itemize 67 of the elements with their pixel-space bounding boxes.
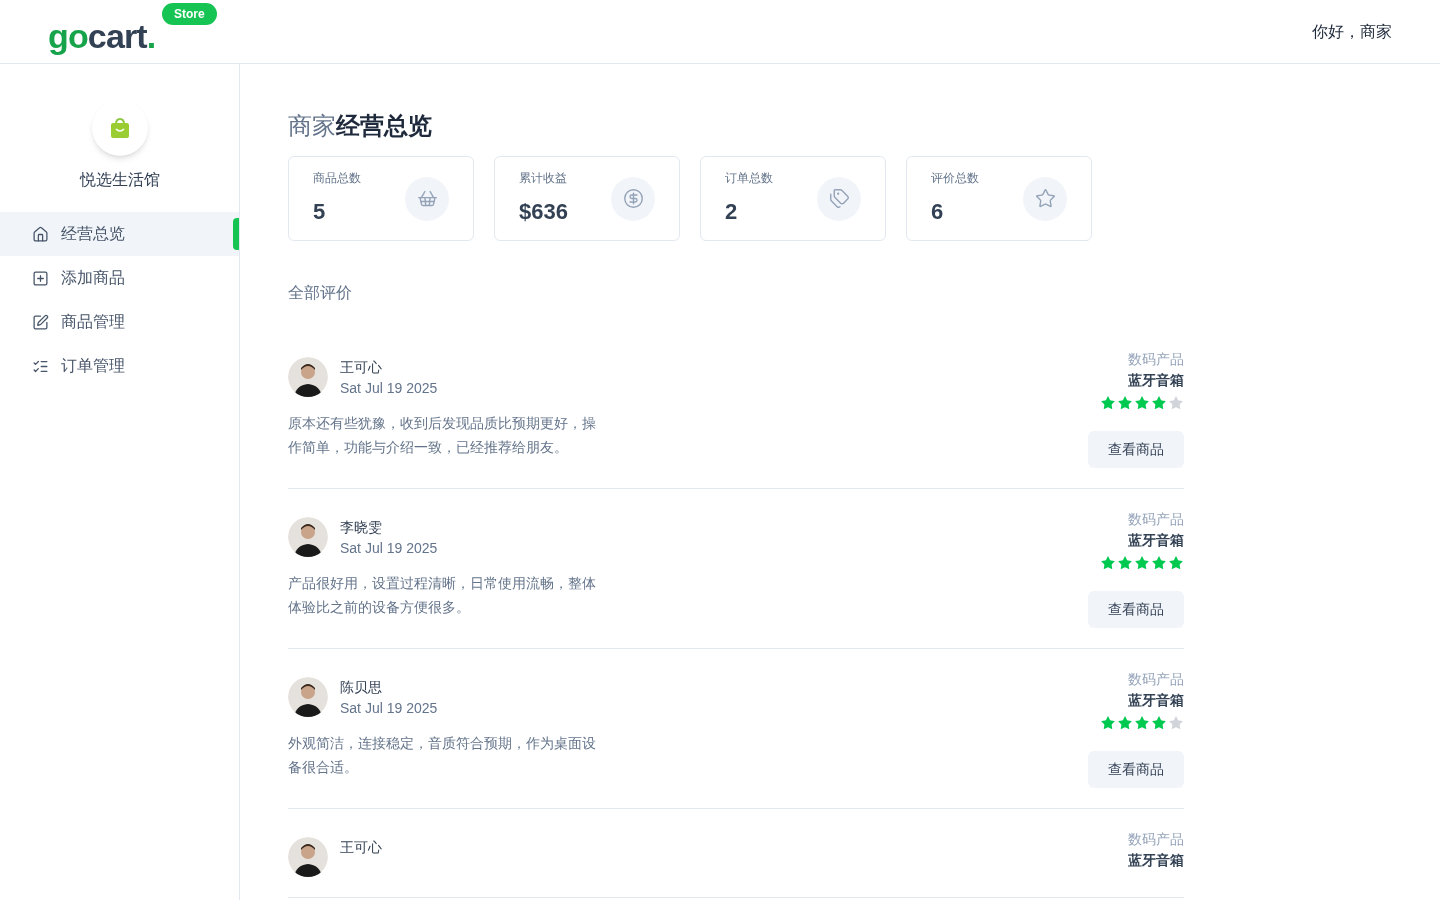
tags-icon — [828, 188, 850, 209]
star-icon — [1117, 715, 1133, 731]
product-category: 数码产品 — [1128, 510, 1184, 529]
product-name: 蓝牙音箱 — [1128, 691, 1184, 710]
star-icon — [1168, 715, 1184, 731]
view-product-button[interactable]: 查看商品 — [1088, 591, 1184, 628]
logo[interactable]: gocart. — [48, 10, 156, 53]
basket-icon — [416, 188, 438, 209]
nav-item[interactable]: 订单管理 — [0, 344, 239, 388]
reviewer-name: 李晓雯 — [340, 518, 383, 537]
greeting: 你好，商家 — [1312, 21, 1392, 42]
avatar — [288, 677, 328, 717]
star-icon — [1100, 555, 1116, 571]
stat-label: 评价总数 — [931, 170, 979, 187]
star-icon — [1134, 555, 1150, 571]
review-text: 外观简洁，连接稳定，音质符合预期，作为桌面设备很合适。 — [288, 734, 597, 777]
stat-label: 商品总数 — [313, 170, 361, 187]
product-category: 数码产品 — [1128, 670, 1184, 689]
star-icon — [1034, 188, 1056, 209]
bag-icon — [108, 118, 131, 138]
nav-item[interactable]: 商品管理 — [0, 300, 239, 344]
star-icon — [1151, 555, 1167, 571]
star-icon — [1168, 395, 1184, 411]
avatar — [288, 517, 328, 557]
star-icon — [1151, 715, 1167, 731]
stat-label: 订单总数 — [725, 170, 773, 187]
star-icon — [1100, 395, 1116, 411]
edit-icon — [32, 313, 49, 331]
stat-value: 2 — [725, 198, 739, 226]
add-icon — [32, 269, 49, 287]
store-badge: Store — [162, 2, 217, 25]
product-name: 蓝牙音箱 — [1128, 371, 1184, 390]
stat-value: 6 — [931, 198, 945, 226]
product-name: 蓝牙音箱 — [1128, 531, 1184, 550]
page-title: 商家经营总览 — [288, 111, 433, 141]
review-date: Sat Jul 19 2025 — [340, 539, 438, 558]
avatar — [288, 837, 328, 877]
product-category: 数码产品 — [1128, 350, 1184, 369]
review-text: 产品很好用，设置过程清晰，日常使用流畅，整体体验比之前的设备方便很多。 — [288, 574, 597, 617]
nav-item[interactable]: 添加商品 — [0, 256, 239, 300]
home-icon — [32, 225, 49, 243]
dollar-icon — [622, 188, 644, 209]
nav-item[interactable]: 经营总览 — [0, 212, 239, 256]
review-date: Sat Jul 19 2025 — [340, 379, 438, 398]
stat-label: 累计收益 — [519, 170, 568, 187]
star-icon — [1134, 715, 1150, 731]
stat-value: 5 — [313, 198, 327, 226]
avatar — [288, 357, 328, 397]
product-name: 蓝牙音箱 — [1128, 851, 1184, 870]
view-product-button[interactable]: 查看商品 — [1088, 431, 1184, 468]
review-date: Sat Jul 19 2025 — [340, 699, 438, 718]
reviewer-name: 王可心 — [340, 358, 383, 377]
star-icon — [1151, 395, 1167, 411]
star-icon — [1168, 555, 1184, 571]
stat-value: $636 — [519, 198, 568, 226]
section-heading: 全部评价 — [288, 283, 353, 303]
star-icon — [1100, 715, 1116, 731]
view-product-button[interactable]: 查看商品 — [1088, 751, 1184, 788]
star-icon — [1134, 395, 1150, 411]
star-icon — [1117, 395, 1133, 411]
store-name: 悦选生活馆 — [79, 170, 160, 190]
reviewer-name: 陈贝思 — [340, 678, 383, 697]
star-icon — [1117, 555, 1133, 571]
active-indicator — [233, 218, 239, 250]
product-category: 数码产品 — [1128, 830, 1184, 849]
reviewer-name: 王可心 — [340, 838, 382, 857]
review-text: 原本还有些犹豫，收到后发现品质比预期更好，操作简单，功能与介绍一致，已经推荐给朋友。 — [288, 414, 597, 457]
